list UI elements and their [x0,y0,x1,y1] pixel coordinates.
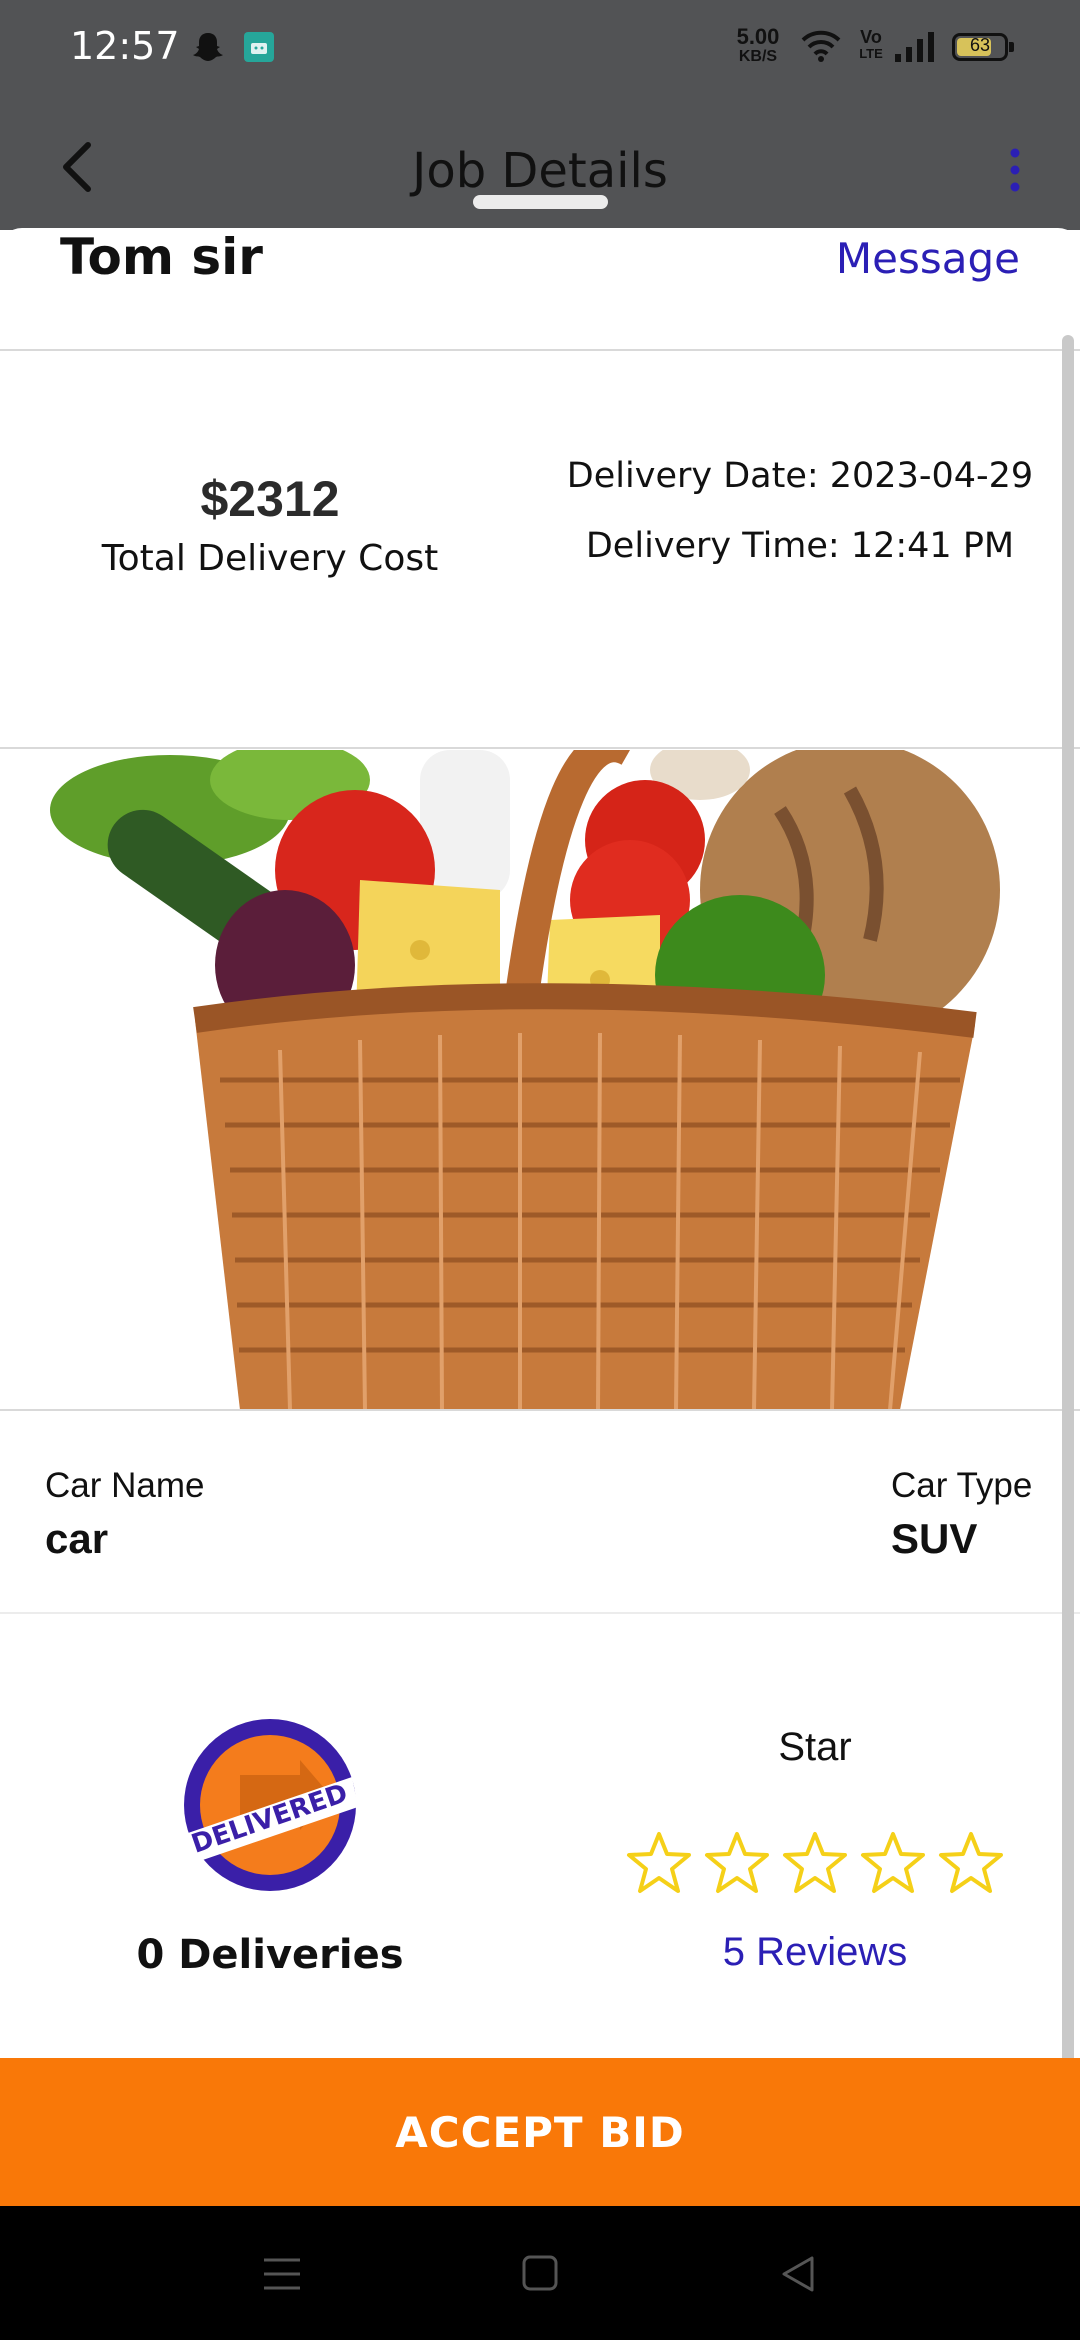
delivery-date: Delivery Date: 2023-04-29 [566,456,1034,496]
total-cost-label: Total Delivery Cost [101,538,439,579]
network-speed: 5.00 KB/S [730,26,786,66]
home-icon[interactable] [521,2254,559,2292]
status-bar: 12:57 5.00 KB/S Vo LTE 63 [0,0,1080,95]
status-time: 12:57 [70,24,180,68]
star-outline-icon [783,1832,847,1893]
car-type-value: SUV [891,1515,978,1562]
deliveries-count: 0 Deliveries [136,1932,404,1978]
car-type-label: Car Type [891,1466,1033,1505]
star-outline-icon [861,1832,925,1893]
volte-bottom: LTE [859,46,883,61]
battery-level: 63 [969,35,991,55]
page-title: Job Details [412,143,668,199]
network-speed-value: 5.00 [736,24,780,49]
wifi-icon [801,30,841,62]
signal-icon [895,32,934,62]
delivered-badge-icon: DELIVERED [184,1719,358,1891]
volte-top: Vo [860,27,882,47]
app-header: Job Details [0,95,1080,235]
star-label: Star [778,1725,852,1769]
divider [0,747,1080,749]
grocery-basket-image [0,750,1080,1410]
snapchat-icon [193,33,223,61]
message-link[interactable]: Message [836,234,1020,283]
scrollbar[interactable] [1062,335,1074,2200]
system-nav-bar [0,2206,1080,2340]
accept-bid-button[interactable]: ACCEPT BID [0,2058,1080,2206]
menu-icon[interactable] [262,2256,302,2292]
total-cost-amount: $2312 [200,471,340,527]
rating-stars [620,1830,1010,1900]
car-name-value: car [45,1515,109,1562]
back-triangle-icon[interactable] [778,2254,818,2294]
car-name-label: Car Name [45,1466,205,1505]
battery-icon: 63 [952,33,1014,61]
divider [0,349,1080,351]
star-outline-icon [627,1832,691,1893]
more-vertical-icon[interactable] [1005,145,1025,195]
reviews-link[interactable]: 5 Reviews [620,1930,1010,1975]
star-outline-icon [705,1832,769,1893]
android-app-icon [244,32,274,62]
divider [0,1409,1080,1411]
customer-name: Tom sir [60,228,263,286]
volte-indicator: Vo LTE [856,28,886,62]
delivery-time: Delivery Time: 12:41 PM [585,526,1015,566]
divider [0,1612,1080,1614]
network-speed-unit: KB/S [738,48,778,65]
sheet-drag-handle[interactable] [473,195,608,209]
star-outline-icon [939,1832,1003,1893]
